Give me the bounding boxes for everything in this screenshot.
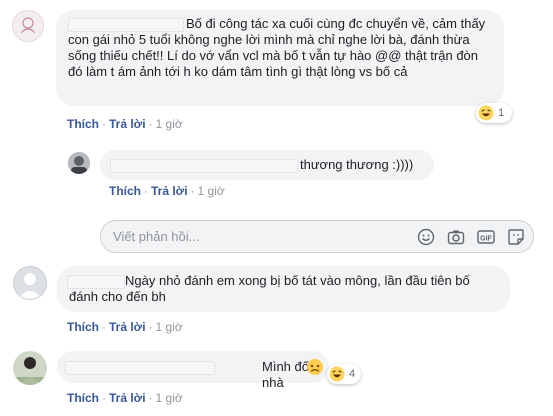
blurred-author-name	[65, 361, 215, 375]
comment-actions: Thích · Trả lời · 1 giờ	[67, 391, 183, 405]
reply-input-placeholder: Viết phản hồi...	[113, 229, 200, 244]
reply-text: thương thương :))))	[300, 157, 414, 172]
haha-reaction-icon	[329, 366, 345, 382]
comment-text: Ngày nhỏ đánh em xong bị bố tát vào mông…	[69, 273, 470, 304]
timestamp[interactable]: 1 giờ	[198, 184, 225, 198]
timestamp[interactable]: 1 giờ	[156, 117, 183, 131]
comment-text: Mình đốt nhà	[262, 359, 313, 390]
haha-reaction-icon	[478, 105, 494, 121]
blurred-author-name	[110, 159, 298, 173]
reply-actions: Thích · Trả lời · 1 giờ	[109, 184, 225, 198]
blurred-author-name	[67, 275, 125, 289]
comment-bubble: Mình đốt nhà	[57, 351, 329, 390]
avatar[interactable]	[13, 266, 47, 300]
reply-link[interactable]: Trả lời	[109, 117, 146, 131]
reaction-summary[interactable]: 1	[476, 103, 512, 123]
comment-bubble: Bố đi công tác xa cuối cùng đc chuyển về…	[56, 10, 504, 106]
avatar-image	[68, 152, 90, 174]
like-link[interactable]: Thích	[109, 184, 141, 198]
reply-link[interactable]: Trả lời	[109, 320, 146, 334]
reply-link[interactable]: Trả lời	[151, 184, 188, 198]
reply-bubble: thương thương :))))	[100, 150, 434, 180]
sticker-icon[interactable]	[507, 228, 525, 246]
separator: ·	[148, 117, 153, 131]
like-link[interactable]: Thích	[67, 320, 99, 334]
avatar[interactable]	[68, 152, 90, 174]
like-link[interactable]: Thích	[67, 391, 99, 405]
separator: ·	[190, 184, 195, 198]
reaction-count: 4	[349, 368, 356, 380]
separator: ·	[102, 117, 106, 131]
reply-link[interactable]: Trả lời	[109, 391, 146, 405]
blurred-author-name	[68, 18, 184, 32]
svg-text:GIF: GIF	[480, 236, 492, 243]
separator: ·	[144, 184, 148, 198]
timestamp[interactable]: 1 giờ	[156, 391, 183, 405]
avatar-image	[20, 17, 36, 34]
avatar-image	[13, 351, 47, 385]
reaction-count: 1	[498, 107, 505, 119]
avatar[interactable]	[12, 10, 44, 42]
comment-bubble: Ngày nhỏ đánh em xong bị bố tát vào mông…	[57, 266, 510, 312]
comment-actions: Thích · Trả lời · 1 giờ	[67, 117, 183, 131]
separator: ·	[148, 320, 153, 334]
separator: ·	[102, 391, 106, 405]
comment-actions: Thích · Trả lời · 1 giờ	[67, 320, 183, 334]
gif-icon[interactable]: GIF	[477, 228, 495, 246]
angry-face-emoji-icon	[307, 359, 323, 375]
timestamp[interactable]: 1 giờ	[156, 320, 183, 334]
camera-icon[interactable]	[447, 228, 465, 246]
avatar[interactable]	[13, 351, 47, 385]
separator: ·	[102, 320, 106, 334]
emoji-icon[interactable]	[417, 228, 435, 246]
reply-input[interactable]: Viết phản hồi... GIF	[100, 220, 534, 253]
like-link[interactable]: Thích	[67, 117, 99, 131]
separator: ·	[148, 391, 153, 405]
reaction-summary[interactable]: 4	[327, 364, 361, 384]
default-avatar-icon	[18, 273, 42, 299]
